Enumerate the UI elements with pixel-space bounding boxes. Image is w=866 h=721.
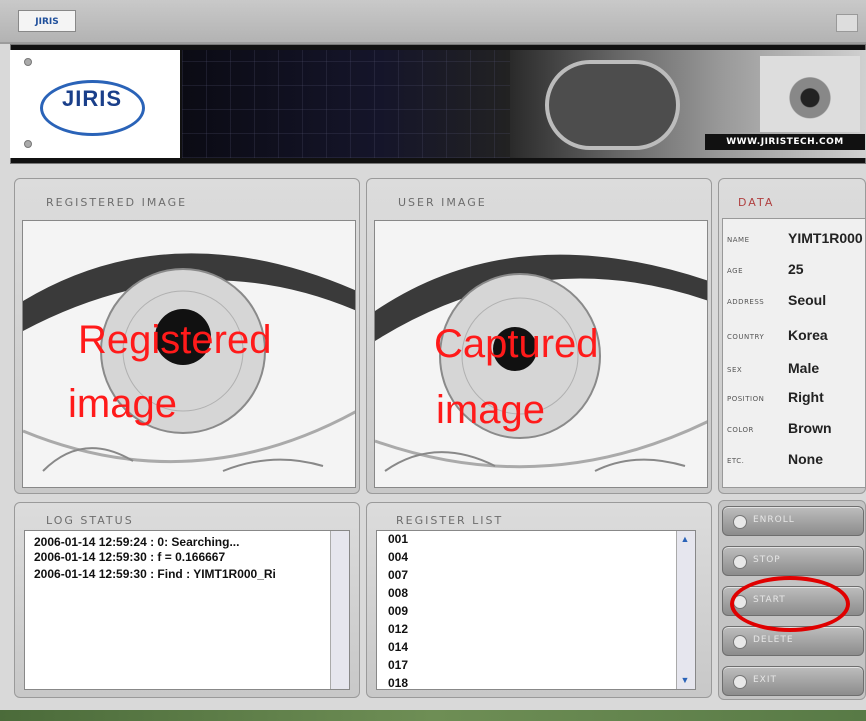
field-label-country: COUNTRY	[727, 333, 765, 341]
registered-overlay-line2: image	[68, 382, 177, 426]
screw-icon	[24, 140, 32, 148]
log-scrollbar[interactable]	[330, 531, 349, 689]
banner-graphic	[182, 50, 512, 158]
register-list-title: REGISTER LIST	[396, 514, 504, 527]
screw-icon	[24, 58, 32, 66]
banner-eye-photo	[760, 56, 860, 132]
list-item[interactable]: 008	[388, 586, 408, 600]
app-logo-small: JIRIS	[18, 10, 76, 32]
list-item[interactable]: 001	[388, 532, 408, 546]
log-status-title: LOG STATUS	[46, 514, 134, 527]
list-item[interactable]: 018	[388, 676, 408, 688]
captured-overlay-line2: image	[436, 388, 545, 432]
brand-logo: JIRIS	[61, 86, 123, 111]
field-label-name: NAME	[727, 236, 750, 244]
enroll-button[interactable]: ENROLL	[722, 506, 864, 536]
log-line: 2006-01-14 12:59:24 : 0: Searching...	[34, 535, 240, 549]
field-value-address: Seoul	[788, 292, 827, 308]
register-listbox[interactable]	[376, 530, 696, 690]
captured-overlay-line1: Captured	[434, 322, 599, 366]
window-control-button[interactable]	[836, 14, 858, 32]
list-item[interactable]: 014	[388, 640, 408, 654]
field-label-sex: SEX	[727, 366, 743, 374]
button-knob-icon	[733, 635, 747, 649]
user-image-title: USER IMAGE	[398, 196, 487, 209]
field-value-etc: None	[788, 451, 823, 467]
list-item[interactable]: 004	[388, 550, 408, 564]
field-label-address: ADDRESS	[727, 298, 765, 306]
log-line: 2006-01-14 12:59:30 : f = 0.166667	[34, 550, 226, 564]
button-knob-icon	[733, 515, 747, 529]
field-value-position: Right	[788, 389, 824, 405]
background-strip	[0, 710, 866, 721]
data-title: DATA	[738, 196, 775, 209]
website-url: WWW.JIRISTECH.COM	[705, 134, 865, 150]
device-lens	[545, 60, 680, 150]
register-list-scrollbar[interactable]	[676, 531, 695, 689]
scroll-down-icon[interactable]: ▼	[680, 675, 690, 685]
field-value-color: Brown	[788, 420, 832, 436]
data-fields-box	[722, 218, 866, 488]
field-value-country: Korea	[788, 327, 828, 343]
field-label-position: POSITION	[727, 395, 765, 403]
stop-label: STOP	[753, 555, 781, 565]
delete-label: DELETE	[753, 635, 794, 645]
field-label-etc: ETC.	[727, 457, 745, 465]
list-item[interactable]: 017	[388, 658, 408, 672]
title-bar	[0, 0, 866, 44]
exit-label: EXIT	[753, 675, 778, 685]
scroll-up-icon[interactable]: ▲	[680, 534, 690, 544]
field-label-color: COLOR	[727, 426, 754, 434]
field-value-sex: Male	[788, 360, 820, 376]
button-knob-icon	[733, 675, 747, 689]
exit-button[interactable]: EXIT	[722, 666, 864, 696]
registered-overlay-line1: Registered	[78, 318, 272, 362]
list-item[interactable]: 009	[388, 604, 408, 618]
enroll-label: ENROLL	[753, 515, 795, 525]
list-item[interactable]: 007	[388, 568, 408, 582]
field-label-age: AGE	[727, 267, 744, 275]
log-line: 2006-01-14 12:59:30 : Find : YIMT1R000_R…	[34, 567, 276, 581]
button-knob-icon	[733, 555, 747, 569]
stop-button[interactable]: STOP	[722, 546, 864, 576]
registered-image-title: REGISTERED IMAGE	[46, 196, 188, 209]
annotation-circle	[730, 576, 850, 632]
field-value-name: YIMT1R000	[788, 230, 863, 246]
field-value-age: 25	[788, 261, 804, 277]
list-item[interactable]: 012	[388, 622, 408, 636]
